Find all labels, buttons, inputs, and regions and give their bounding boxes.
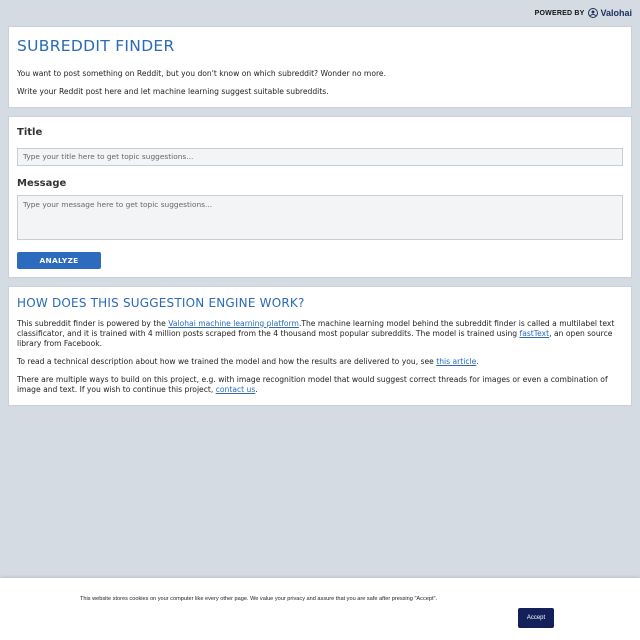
valohai-platform-link[interactable]: Valohai machine learning platform [168, 319, 299, 328]
this-article-link[interactable]: this article [436, 357, 476, 366]
how-p2-text: To read a technical description about ho… [17, 356, 437, 366]
analyze-button[interactable]: ANALYZE [17, 251, 101, 269]
powered-by-label: POWERED BY [534, 9, 585, 17]
how-paragraph-3: There are multiple ways to build on this… [17, 375, 623, 395]
how-it-works-card: HOW DOES THIS SUGGESTION ENGINE WORK? Th… [8, 285, 632, 406]
how-p3-text: There are multiple ways to build on this… [17, 374, 608, 394]
intro-card: SUBREDDIT FINDER You want to post someth… [8, 26, 632, 108]
valohai-brand: Valohai [588, 8, 632, 18]
intro-text-2: Write your Reddit post here and let mach… [17, 87, 329, 96]
cookie-notice-text: This website stores cookies on your comp… [80, 596, 438, 602]
page-title: SUBREDDIT FINDER [17, 37, 175, 55]
powered-by-badge[interactable]: POWERED BY Valohai [535, 8, 632, 18]
valohai-logo-icon [588, 8, 599, 18]
how-p1-text: This subreddit finder is powered by the [17, 318, 169, 328]
title-label: Title [17, 127, 43, 138]
intro-text-1: You want to post something on Reddit, bu… [17, 69, 387, 78]
post-form-card: Title Message ANALYZE [8, 116, 632, 278]
title-input[interactable] [17, 147, 623, 166]
accept-cookies-button[interactable]: Accept [518, 608, 554, 628]
top-bar: POWERED BY Valohai [0, 0, 640, 26]
how-p2-text-end: . [476, 356, 479, 366]
cookie-banner: This website stores cookies on your comp… [0, 578, 640, 640]
how-it-works-title: HOW DOES THIS SUGGESTION ENGINE WORK? [17, 295, 305, 310]
fasttext-link[interactable]: fastText [520, 329, 550, 338]
message-label: Message [17, 177, 67, 189]
how-p3-text-end: . [255, 384, 258, 394]
message-textarea[interactable] [17, 194, 623, 240]
contact-us-link[interactable]: contact us [216, 385, 256, 394]
how-paragraph-2: To read a technical description about ho… [17, 357, 623, 367]
how-paragraph-1: This subreddit finder is powered by the … [17, 319, 623, 349]
brand-name: Valohai [600, 8, 632, 18]
